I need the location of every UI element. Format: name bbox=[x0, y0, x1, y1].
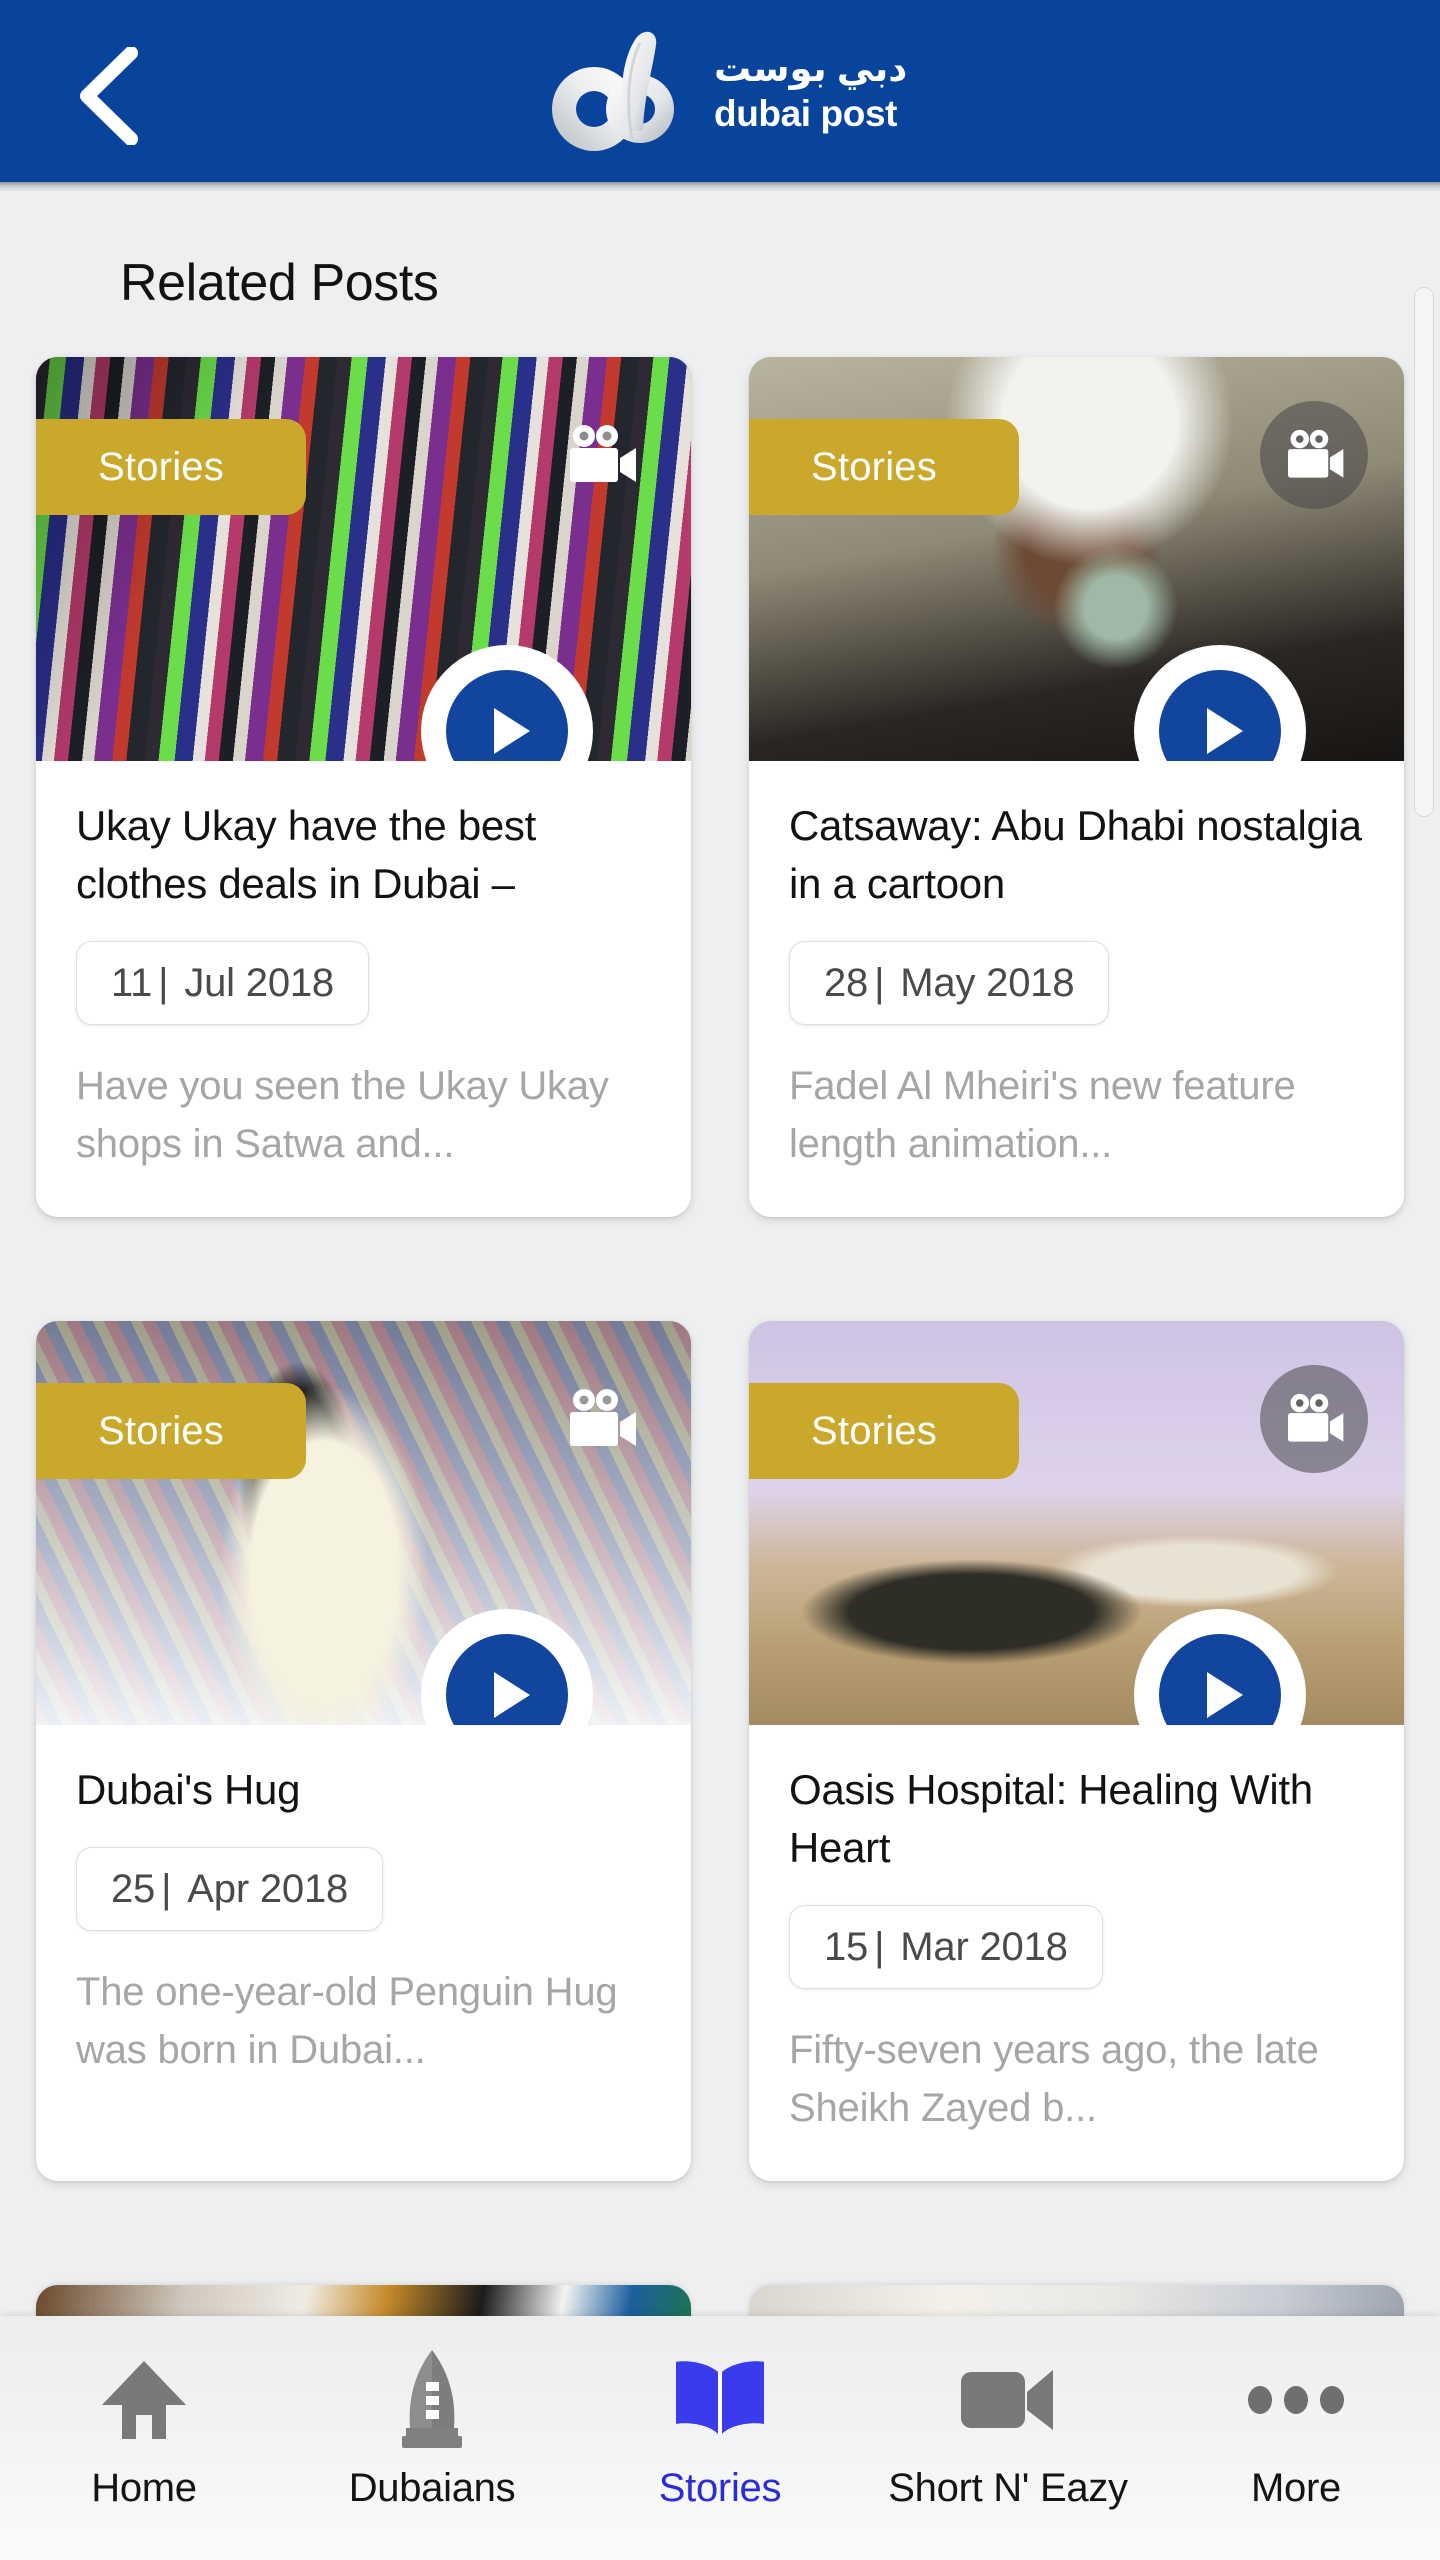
card-thumbnail bbox=[36, 2285, 691, 2316]
play-triangle bbox=[493, 1672, 530, 1718]
video-camera-icon bbox=[959, 2348, 1057, 2452]
card-title: Ukay Ukay have the best clothes deals in… bbox=[76, 802, 537, 907]
category-badge: Stories bbox=[36, 1383, 306, 1479]
nav-label: Short N' Eazy bbox=[888, 2466, 1128, 2510]
nav-label: Home bbox=[91, 2466, 197, 2510]
post-card[interactable] bbox=[749, 2285, 1404, 2316]
card-body: Ukay Ukay have the best clothes deals in… bbox=[36, 761, 691, 1217]
nav-item-stories[interactable]: Stories bbox=[576, 2316, 864, 2560]
date-month-year: Jul 2018 bbox=[184, 960, 334, 1005]
date-chip: 11 | Jul 2018 bbox=[76, 941, 369, 1025]
chevron-left-icon bbox=[75, 47, 139, 145]
card-media[interactable]: Stories bbox=[749, 1321, 1404, 1725]
brand-name-arabic: دبي بوست bbox=[714, 48, 908, 89]
card-title: Catsaway: Abu Dhabi nostalgia in a carto… bbox=[789, 802, 1362, 907]
brand-name-english: dubai post bbox=[714, 93, 898, 134]
scroll-content[interactable]: Related Posts Stories Ukay Ukay have the… bbox=[0, 191, 1440, 2316]
category-label: Stories bbox=[811, 444, 937, 489]
play-triangle bbox=[1206, 708, 1243, 754]
card-excerpt: Have you seen the Ukay Ukay shops in Sat… bbox=[76, 1064, 609, 1166]
nav-item-dubaians[interactable]: Dubaians bbox=[288, 2316, 576, 2560]
date-separator: | bbox=[158, 960, 169, 1005]
category-label: Stories bbox=[811, 1408, 937, 1453]
date-separator: | bbox=[161, 1866, 172, 1911]
card-excerpt: Fifty-seven years ago, the late Sheikh Z… bbox=[789, 2028, 1319, 2130]
nav-item-more[interactable]: More bbox=[1152, 2316, 1440, 2560]
ellipsis-icon bbox=[1246, 2348, 1346, 2452]
page-title: Related Posts bbox=[120, 254, 439, 312]
category-badge: Stories bbox=[36, 419, 306, 515]
home-icon bbox=[100, 2348, 188, 2452]
category-badge: Stories bbox=[749, 419, 1019, 515]
card-body: Oasis Hospital: Healing With Heart 15 | … bbox=[749, 1725, 1404, 2181]
date-day: 11 bbox=[111, 960, 153, 1005]
nav-label: Dubaians bbox=[348, 2466, 516, 2510]
date-day: 15 bbox=[824, 1924, 869, 1969]
back-button[interactable] bbox=[52, 46, 162, 146]
brand-wordmark: دبي بوست dubai post bbox=[714, 47, 907, 135]
date-chip: 15 | Mar 2018 bbox=[789, 1905, 1103, 1989]
date-separator: | bbox=[874, 960, 885, 1005]
movie-camera-icon bbox=[547, 1365, 655, 1473]
card-media[interactable]: Stories bbox=[749, 357, 1404, 761]
card-title: Dubai's Hug bbox=[76, 1766, 301, 1813]
burj-tower-icon bbox=[392, 2348, 472, 2452]
movie-camera-icon bbox=[1260, 401, 1368, 509]
nav-label: Stories bbox=[658, 2466, 782, 2510]
post-card[interactable]: Stories bbox=[36, 357, 691, 1217]
related-posts-grid: Stories Ukay Ukay have the best clothes … bbox=[0, 357, 1440, 2181]
card-excerpt: Fadel Al Mheiri's new feature length ani… bbox=[789, 1064, 1296, 1166]
play-button-icon bbox=[446, 670, 568, 761]
card-media[interactable]: Stories bbox=[36, 1321, 691, 1725]
card-title: Oasis Hospital: Healing With Heart bbox=[789, 1766, 1313, 1871]
play-button-icon bbox=[446, 1634, 568, 1725]
post-card[interactable]: Stories bbox=[36, 1321, 691, 2181]
vertical-scrollbar[interactable] bbox=[1414, 287, 1434, 817]
card-media[interactable]: Stories bbox=[36, 357, 691, 761]
play-button-icon bbox=[1159, 670, 1281, 761]
date-month-year: Mar 2018 bbox=[900, 1924, 1068, 1969]
post-card[interactable]: Stories bbox=[749, 357, 1404, 1217]
bottom-navigation: Home Dubaians Stories Short N' Eazy More bbox=[0, 2316, 1440, 2560]
date-month-year: Apr 2018 bbox=[187, 1866, 349, 1911]
date-day: 28 bbox=[824, 960, 869, 1005]
play-button-icon bbox=[1159, 1634, 1281, 1725]
header-divider bbox=[0, 182, 1440, 191]
post-card[interactable] bbox=[36, 2285, 691, 2316]
scrollbar-thumb[interactable] bbox=[1414, 287, 1434, 817]
category-label: Stories bbox=[98, 1408, 224, 1453]
date-separator: | bbox=[874, 1924, 885, 1969]
dubai-post-logo-icon bbox=[540, 27, 688, 155]
card-thumbnail bbox=[749, 2285, 1404, 2316]
category-badge: Stories bbox=[749, 1383, 1019, 1479]
movie-camera-icon bbox=[1260, 1365, 1368, 1473]
card-body: Catsaway: Abu Dhabi nostalgia in a carto… bbox=[749, 761, 1404, 1217]
card-excerpt: The one-year-old Penguin Hug was born in… bbox=[76, 1970, 618, 2072]
date-month-year: May 2018 bbox=[900, 960, 1075, 1005]
date-chip: 25 | Apr 2018 bbox=[76, 1847, 384, 1931]
movie-camera-icon bbox=[547, 401, 655, 509]
date-day: 25 bbox=[111, 1866, 156, 1911]
nav-label: More bbox=[1251, 2466, 1341, 2510]
card-body: Dubai's Hug 25 | Apr 2018 The one-year-o… bbox=[36, 1725, 691, 2123]
nav-item-home[interactable]: Home bbox=[0, 2316, 288, 2560]
app-header: دبي بوست dubai post bbox=[0, 0, 1440, 182]
date-chip: 28 | May 2018 bbox=[789, 941, 1110, 1025]
post-card[interactable]: Stories bbox=[749, 1321, 1404, 2181]
category-label: Stories bbox=[98, 444, 224, 489]
open-book-icon bbox=[672, 2348, 768, 2452]
play-triangle bbox=[1206, 1672, 1243, 1718]
brand-lockup: دبي بوست dubai post bbox=[540, 26, 907, 156]
play-triangle bbox=[493, 708, 530, 754]
next-row-peek bbox=[0, 2285, 1440, 2316]
nav-item-short-n-eazy[interactable]: Short N' Eazy bbox=[864, 2316, 1152, 2560]
app-root: دبي بوست dubai post Related Posts Storie… bbox=[0, 0, 1440, 2560]
